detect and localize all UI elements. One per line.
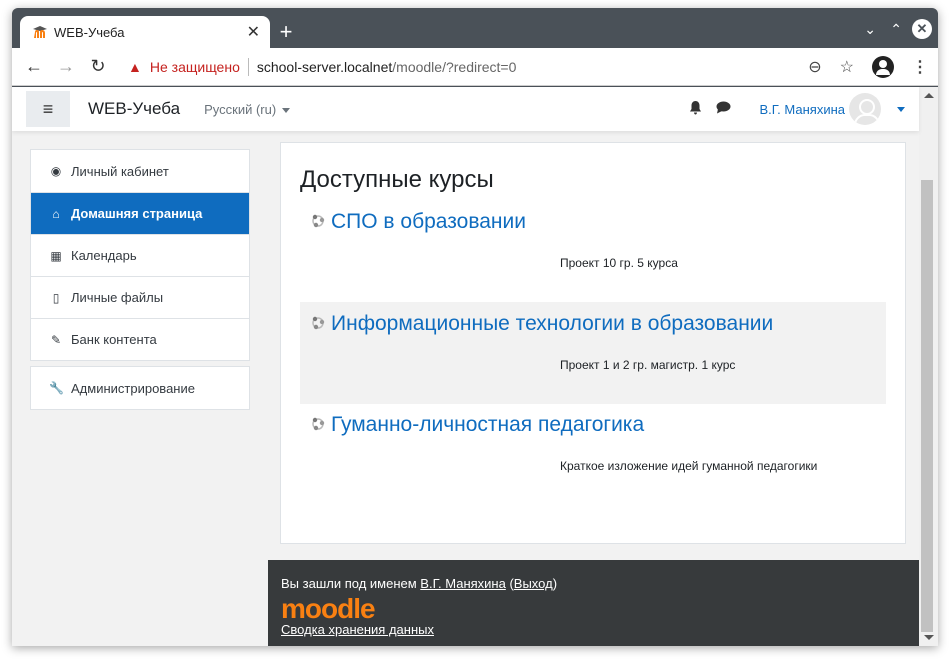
url-field[interactable]: school-server.localnet/moodle/?redirect=… — [257, 59, 517, 75]
tab-bar: WEB-Учеба ✕ + ⌄ ⌃ ✕ — [12, 8, 938, 48]
sidebar-item-label: Календарь — [71, 248, 137, 263]
course-summary: Краткое изложение идей гуманной педагоги… — [560, 459, 818, 473]
moodle-navbar: ≡ WEB-Учеба Русский (ru) В.Г. Маняхина — [12, 87, 919, 131]
nav-group-main: ◉ Личный кабинет ⌂ Домашняя страница ▦ К… — [30, 149, 250, 361]
scroll-up-icon[interactable] — [924, 93, 934, 98]
user-avatar[interactable] — [849, 93, 881, 125]
language-caret-icon — [282, 107, 291, 113]
sidebar-item-label: Домашняя страница — [71, 206, 203, 221]
course-item: Информационные технологии в образовании … — [300, 302, 886, 404]
reload-button[interactable]: ↻ — [82, 56, 114, 77]
course-item: Гуманно-личностная педагогика Краткое из… — [300, 403, 886, 505]
course-item: СПО в образовании Проект 10 гр. 5 курса — [300, 200, 886, 302]
nav-group-admin: 🔧 Администрирование — [30, 366, 250, 410]
dashboard-icon: ◉ — [50, 164, 62, 178]
nav-drawer: ◉ Личный кабинет ⌂ Домашняя страница ▦ К… — [30, 149, 250, 415]
page-footer: Вы зашли под именем В.Г. Маняхина (Выход… — [268, 560, 919, 646]
browser-menu-icon[interactable]: ⋮ — [912, 57, 928, 77]
url-path: /moodle/?redirect=0 — [392, 58, 517, 75]
paintbrush-icon: ✎ — [50, 332, 62, 347]
sidebar-item-label: Администрирование — [71, 380, 195, 396]
user-menu-caret-icon[interactable] — [897, 106, 905, 112]
sidebar-item-private-files[interactable]: ▯ Личные файлы — [31, 276, 249, 318]
hamburger-icon: ≡ — [42, 98, 54, 119]
minimize-icon[interactable]: ⌄ — [864, 18, 876, 40]
forward-button[interactable]: → — [50, 56, 82, 77]
scroll-down-icon[interactable] — [924, 635, 934, 640]
main-content: Доступные курсы СПО в образовании Проект… — [280, 142, 906, 544]
window-close-button[interactable]: ✕ — [912, 19, 932, 39]
course-icon — [311, 316, 325, 330]
user-menu-name[interactable]: В.Г. Маняхина — [759, 102, 845, 117]
page-viewport: ≡ WEB-Учеба Русский (ru) В.Г. Маняхина ◉… — [12, 87, 938, 646]
course-link[interactable]: Гуманно-личностная педагогика — [331, 413, 644, 437]
logout-link[interactable]: Выход — [514, 576, 553, 591]
calendar-icon: ▦ — [50, 248, 62, 263]
address-separator — [247, 57, 249, 76]
sidebar-item-administration[interactable]: 🔧 Администрирование — [31, 367, 249, 409]
scrollbar-thumb[interactable] — [921, 180, 933, 632]
bookmark-star-icon[interactable]: ☆ — [840, 57, 854, 77]
moodle-logo[interactable]: moodle — [281, 593, 376, 625]
notifications-bell-icon[interactable] — [689, 100, 702, 118]
wrench-icon: 🔧 — [49, 381, 64, 395]
footer-user-link[interactable]: В.Г. Маняхина — [420, 576, 506, 591]
sidebar-item-label: Банк контента — [71, 332, 157, 347]
tab-title: WEB-Учеба — [54, 24, 125, 40]
account-icon[interactable] — [872, 56, 894, 78]
paren-open: ( — [505, 576, 514, 591]
security-indicator[interactable]: ▲ Не защищено — [128, 59, 240, 75]
sidebar-item-dashboard[interactable]: ◉ Личный кабинет — [31, 150, 249, 192]
security-label: Не защищено — [149, 58, 240, 75]
course-summary: Проект 1 и 2 гр. магистр. 1 курс — [560, 358, 736, 372]
course-summary: Проект 10 гр. 5 курса — [560, 256, 678, 270]
messages-chat-icon[interactable] — [716, 101, 731, 117]
warning-icon: ▲ — [128, 58, 142, 75]
browser-window: WEB-Учеба ✕ + ⌄ ⌃ ✕ ← → ↻ ▲ Не защищено … — [12, 8, 938, 646]
zoom-icon[interactable]: ⊖ — [808, 57, 821, 77]
login-info: Вы зашли под именем В.Г. Маняхина (Выход… — [281, 576, 557, 591]
url-host: school-server.localnet — [256, 58, 393, 75]
paren-close: ) — [552, 576, 558, 591]
sidebar-item-label: Личные файлы — [71, 290, 164, 305]
browser-tab[interactable]: WEB-Учеба ✕ — [20, 16, 270, 48]
course-icon — [311, 214, 325, 228]
back-button[interactable]: ← — [18, 56, 50, 77]
page-heading: Доступные курсы — [300, 166, 494, 193]
data-retention-summary-link[interactable]: Сводка хранения данных — [281, 622, 434, 637]
course-link[interactable]: Информационные технологии в образовании — [331, 312, 773, 336]
page-scrollbar[interactable] — [919, 87, 938, 646]
maximize-icon[interactable]: ⌃ — [890, 18, 902, 40]
file-icon: ▯ — [52, 290, 60, 305]
course-icon — [311, 417, 325, 431]
language-menu[interactable]: Русский (ru) — [204, 101, 291, 117]
tab-close-icon[interactable]: ✕ — [247, 22, 260, 42]
language-label: Русский (ru) — [204, 101, 277, 117]
course-link[interactable]: СПО в образовании — [331, 210, 526, 234]
new-tab-button[interactable]: + — [272, 18, 300, 46]
home-icon: ⌂ — [52, 206, 60, 221]
login-prefix: Вы зашли под именем — [281, 576, 421, 591]
drawer-toggle-button[interactable]: ≡ — [26, 91, 70, 127]
address-bar: ← → ↻ ▲ Не защищено school-server.localn… — [12, 48, 938, 86]
sidebar-item-home[interactable]: ⌂ Домашняя страница — [31, 192, 249, 234]
site-brand[interactable]: WEB-Учеба — [88, 99, 180, 119]
sidebar-item-calendar[interactable]: ▦ Календарь — [31, 234, 249, 276]
moodle-favicon-icon — [32, 24, 48, 40]
sidebar-item-label: Личный кабинет — [71, 163, 169, 179]
sidebar-item-content-bank[interactable]: ✎ Банк контента — [31, 318, 249, 360]
